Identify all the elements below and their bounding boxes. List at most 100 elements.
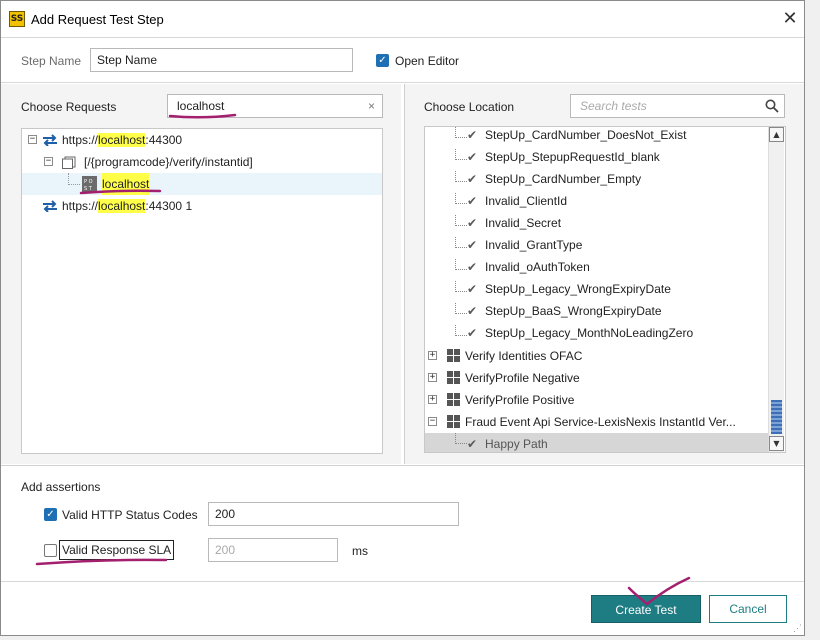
tree-row-resource[interactable]: − [/{programcode}/verify/instantid] <box>22 151 382 173</box>
sla-unit-label: ms <box>352 544 368 558</box>
tree-row-request[interactable]: P O S T localhost <box>22 173 382 195</box>
suite-name: Verify Identities OFAC <box>465 349 583 363</box>
tree-connector <box>455 127 467 138</box>
tree-connector <box>455 171 467 182</box>
resource-path: [/{programcode}/verify/instantid] <box>84 155 253 169</box>
title-bar: SS Add Request Test Step ✕ <box>1 1 804 37</box>
location-search-placeholder: Search tests <box>580 99 647 113</box>
test-case-name: Invalid_GrantType <box>485 238 583 252</box>
open-editor-label[interactable]: Open Editor <box>395 54 459 68</box>
suite-name: Fraud Event Api Service-LexisNexis Insta… <box>465 415 736 429</box>
collapse-icon[interactable]: − <box>44 157 53 166</box>
cancel-button[interactable]: Cancel <box>709 595 787 623</box>
annotation-underline-search <box>168 113 237 119</box>
test-case-icon: ✔ <box>467 238 478 252</box>
test-case-name: StepUp_CardNumber_DoesNot_Exist <box>485 128 687 142</box>
test-case-icon: ✔ <box>467 150 478 164</box>
test-case-icon: ✔ <box>467 304 478 318</box>
tree-connector <box>455 215 467 226</box>
test-case-name: StepUp_StepupRequestId_blank <box>485 150 660 164</box>
status-codes-input[interactable]: 200 <box>208 502 459 526</box>
annotation-underline-request <box>79 189 162 195</box>
tree-connector <box>68 173 80 185</box>
scrollbar-thumb[interactable] <box>771 400 782 434</box>
step-name-label: Step Name <box>21 54 82 68</box>
test-suite-icon <box>447 415 460 428</box>
add-request-test-step-dialog: SS Add Request Test Step ✕ Step Name Ste… <box>0 0 805 636</box>
test-case-name: Invalid_ClientId <box>485 194 568 208</box>
tree-connector <box>455 237 467 248</box>
test-case-icon: ✔ <box>467 260 478 274</box>
resize-grip-icon[interactable]: ⋰ <box>793 623 803 633</box>
expand-icon[interactable]: + <box>428 351 437 360</box>
test-case-icon: ✔ <box>467 216 478 230</box>
tree-connector <box>455 259 467 270</box>
location-scrollbar[interactable]: ▲ ▼ <box>768 127 784 452</box>
test-suite-icon <box>447 371 460 384</box>
test-case-name: StepUp_BaaS_WrongExpiryDate <box>485 304 662 318</box>
svg-text:P O: P O <box>84 179 93 185</box>
test-case-icon: ✔ <box>467 172 478 186</box>
test-case-name: Invalid_Secret <box>485 216 562 230</box>
test-case-row-selected[interactable]: ✔ Happy Path <box>425 433 771 452</box>
tree-connector <box>455 303 467 314</box>
tree-row-endpoint-2[interactable]: https://localhost:44300 1 <box>22 195 382 217</box>
status-codes-checkbox[interactable]: ✓ <box>44 508 57 521</box>
test-case-icon: ✔ <box>467 194 478 208</box>
endpoint-1-url: https://localhost:44300 <box>62 133 183 147</box>
test-case-name: StepUp_Legacy_MonthNoLeadingZero <box>485 326 694 340</box>
suite-row[interactable]: + VerifyProfile Positive <box>425 389 771 411</box>
close-icon[interactable]: ✕ <box>776 6 804 32</box>
collapse-icon[interactable]: − <box>28 135 37 144</box>
suite-row[interactable]: + Verify Identities OFAC <box>425 345 771 367</box>
test-case-name: Invalid_oAuthToken <box>485 260 590 274</box>
tree-connector <box>455 325 467 336</box>
test-case-name: Happy Path <box>485 437 548 451</box>
location-tree: ✔ StepUp_CardNumber_DoesNot_Exist ✔ StepUp_… <box>424 126 786 453</box>
location-search-input[interactable]: Search tests <box>570 94 785 118</box>
resource-icon <box>62 156 76 169</box>
tree-row-endpoint-1[interactable]: − https://localhost:44300 <box>22 129 382 151</box>
tree-connector <box>455 433 467 444</box>
tree-connector <box>455 149 467 160</box>
status-codes-label[interactable]: Valid HTTP Status Codes <box>62 508 198 522</box>
search-icon[interactable] <box>765 99 779 113</box>
test-case-icon: ✔ <box>467 128 478 142</box>
suite-row[interactable]: + VerifyProfile Negative <box>425 367 771 389</box>
scroll-up-arrow-icon[interactable]: ▲ <box>769 127 784 142</box>
response-sla-input[interactable]: 200 <box>208 538 338 562</box>
assertions-heading: Add assertions <box>21 480 101 494</box>
test-case-icon: ✔ <box>467 282 478 296</box>
suite-row[interactable]: − Fraud Event Api Service-LexisNexis Ins… <box>425 411 771 433</box>
endpoint-arrows-icon <box>43 200 57 212</box>
tree-connector <box>455 281 467 292</box>
test-case-name: StepUp_Legacy_WrongExpiryDate <box>485 282 671 296</box>
step-name-input[interactable]: Step Name <box>90 48 353 72</box>
test-suite-icon <box>447 349 460 362</box>
endpoint-2-url: https://localhost:44300 1 <box>62 199 193 213</box>
scroll-down-arrow-icon[interactable]: ▼ <box>769 436 784 451</box>
choose-requests-pane: Choose Requests localhost × − https://lo… <box>1 84 401 464</box>
tree-connector <box>455 193 467 204</box>
annotation-checkmark <box>627 576 691 606</box>
choose-location-pane: Choose Location Search tests ✔ StepUp_Car… <box>404 84 804 464</box>
test-suite-icon <box>447 393 460 406</box>
test-case-name: StepUp_CardNumber_Empty <box>485 172 642 186</box>
expand-icon[interactable]: + <box>428 395 437 404</box>
step-name-band: Step Name Step Name ✓ Open Editor <box>1 37 804 83</box>
clear-search-icon[interactable]: × <box>368 95 375 117</box>
choose-requests-label: Choose Requests <box>21 100 117 114</box>
assertions-section: Add assertions ✓ Valid HTTP Status Codes… <box>1 465 804 583</box>
test-case-icon: ✔ <box>467 437 478 451</box>
expand-icon[interactable]: + <box>428 373 437 382</box>
dialog-title: Add Request Test Step <box>31 12 164 27</box>
test-case-row[interactable]: ✔ StepUp_Legacy_MonthNoLeadingZero <box>425 325 771 347</box>
suite-name: VerifyProfile Positive <box>465 393 575 407</box>
endpoint-arrows-icon <box>43 134 57 146</box>
open-editor-checkbox[interactable]: ✓ <box>376 54 389 67</box>
test-case-icon: ✔ <box>467 326 478 340</box>
suite-name: VerifyProfile Negative <box>465 371 580 385</box>
request-tree: − https://localhost:44300 − [/{programco… <box>21 128 383 454</box>
collapse-icon[interactable]: − <box>428 417 437 426</box>
annotation-underline-sla <box>35 558 168 566</box>
